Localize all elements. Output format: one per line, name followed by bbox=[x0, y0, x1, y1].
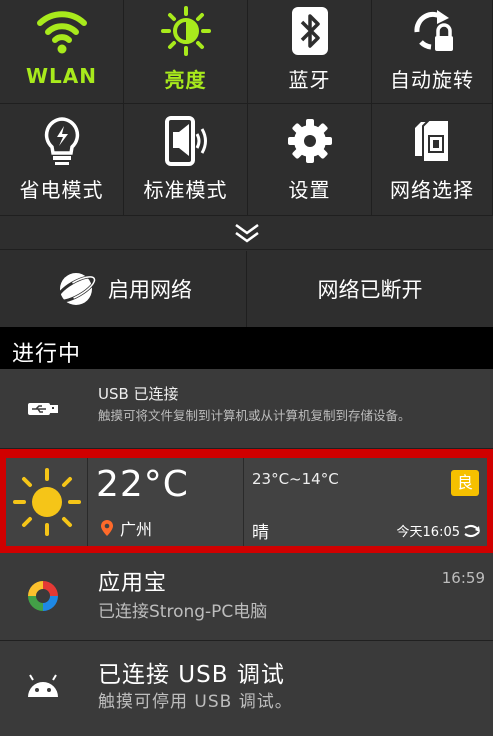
network-row: 启用网络 网络已断开 bbox=[0, 251, 493, 327]
power-saving-icon bbox=[36, 116, 88, 166]
usb-icon bbox=[28, 403, 58, 415]
weather-city: 广州 bbox=[100, 516, 152, 540]
enable-network-button[interactable]: 启用网络 bbox=[0, 251, 247, 327]
wifi-icon bbox=[36, 6, 88, 56]
weather-temperature-block: 22°C 广州 bbox=[88, 458, 244, 546]
temperature-range: 23°C~14°C bbox=[252, 470, 339, 488]
tile-network-select[interactable]: 网络选择 bbox=[372, 104, 493, 216]
tile-label: 自动旋转 bbox=[390, 68, 474, 92]
notification-time: 16:59 bbox=[441, 569, 485, 587]
brightness-icon bbox=[160, 6, 212, 56]
notification-desc: 触摸可停用 USB 调试。 bbox=[98, 692, 293, 712]
double-chevron-down-icon bbox=[234, 223, 259, 243]
expand-toggle[interactable] bbox=[0, 216, 493, 250]
notification-title: 应用宝 bbox=[98, 571, 168, 596]
tile-label: 标准模式 bbox=[143, 178, 228, 202]
tile-wlan[interactable]: WLAN bbox=[0, 0, 124, 104]
tile-label: 网络选择 bbox=[390, 178, 474, 202]
quick-settings-grid: WLAN 亮度 蓝牙 自动旋转 省电模式 标准模式 设置 网络选择 bbox=[0, 0, 493, 216]
weather-update-time: 今天16:05 bbox=[397, 521, 481, 540]
notification-title: 已连接 USB 调试 bbox=[98, 662, 285, 688]
tile-brightness[interactable]: 亮度 bbox=[124, 0, 248, 104]
location-pin-icon bbox=[101, 520, 113, 536]
usb-debugging-notification[interactable]: 已连接 USB 调试 触摸可停用 USB 调试。 bbox=[0, 641, 493, 736]
sim-card-icon bbox=[406, 116, 458, 166]
refresh-icon[interactable] bbox=[463, 524, 481, 538]
weather-condition: 晴 bbox=[252, 523, 269, 543]
weather-notification[interactable]: 22°C 广州 23°C~14°C 良 晴 今天16:05 bbox=[6, 458, 487, 546]
bluetooth-icon bbox=[284, 6, 336, 56]
tile-auto-rotate[interactable]: 自动旋转 bbox=[372, 0, 493, 104]
planet-icon bbox=[55, 273, 97, 305]
tile-label: 省电模式 bbox=[19, 178, 104, 202]
tile-standard-mode[interactable]: 标准模式 bbox=[124, 104, 248, 216]
notification-desc: 已连接Strong-PC电脑 bbox=[98, 602, 268, 622]
city-name: 广州 bbox=[120, 520, 153, 539]
tile-settings[interactable]: 设置 bbox=[248, 104, 372, 216]
rotate-lock-icon bbox=[406, 6, 458, 56]
weather-details: 23°C~14°C 良 晴 今天16:05 bbox=[244, 458, 487, 546]
tile-label: WLAN bbox=[25, 64, 98, 88]
section-title: 进行中 bbox=[0, 327, 493, 369]
notification-title: USB 已连接 bbox=[98, 385, 179, 403]
air-quality-badge: 良 bbox=[451, 470, 479, 496]
notification-desc: 触摸可将文件复制到计算机或从计算机复制到存储设备。 bbox=[98, 408, 411, 423]
tile-label: 蓝牙 bbox=[288, 68, 331, 92]
tile-bluetooth[interactable]: 蓝牙 bbox=[248, 0, 372, 104]
tile-power-saving[interactable]: 省电模式 bbox=[0, 104, 124, 216]
update-time-label: 今天16:05 bbox=[396, 525, 460, 540]
app-store-icon bbox=[28, 581, 58, 611]
network-status-label: 网络已断开 bbox=[317, 278, 423, 302]
tile-label: 设置 bbox=[288, 178, 331, 202]
current-temperature: 22°C bbox=[96, 464, 189, 505]
gear-icon bbox=[284, 116, 336, 166]
sun-icon bbox=[6, 458, 88, 546]
network-status-button[interactable]: 网络已断开 bbox=[247, 251, 493, 327]
enable-network-label: 启用网络 bbox=[108, 278, 192, 302]
android-icon bbox=[28, 674, 58, 697]
sound-mode-icon bbox=[160, 116, 212, 166]
quick-settings-panel: WLAN 亮度 蓝牙 自动旋转 省电模式 标准模式 设置 网络选择 启用网络 网… bbox=[0, 0, 493, 327]
tile-label: 亮度 bbox=[164, 68, 207, 92]
weather-notification-highlight: 22°C 广州 23°C~14°C 良 晴 今天16:05 bbox=[0, 449, 493, 553]
usb-connected-notification[interactable]: USB 已连接 触摸可将文件复制到计算机或从计算机复制到存储设备。 bbox=[0, 369, 493, 449]
app-store-notification[interactable]: 应用宝 已连接Strong-PC电脑 16:59 bbox=[0, 553, 493, 641]
